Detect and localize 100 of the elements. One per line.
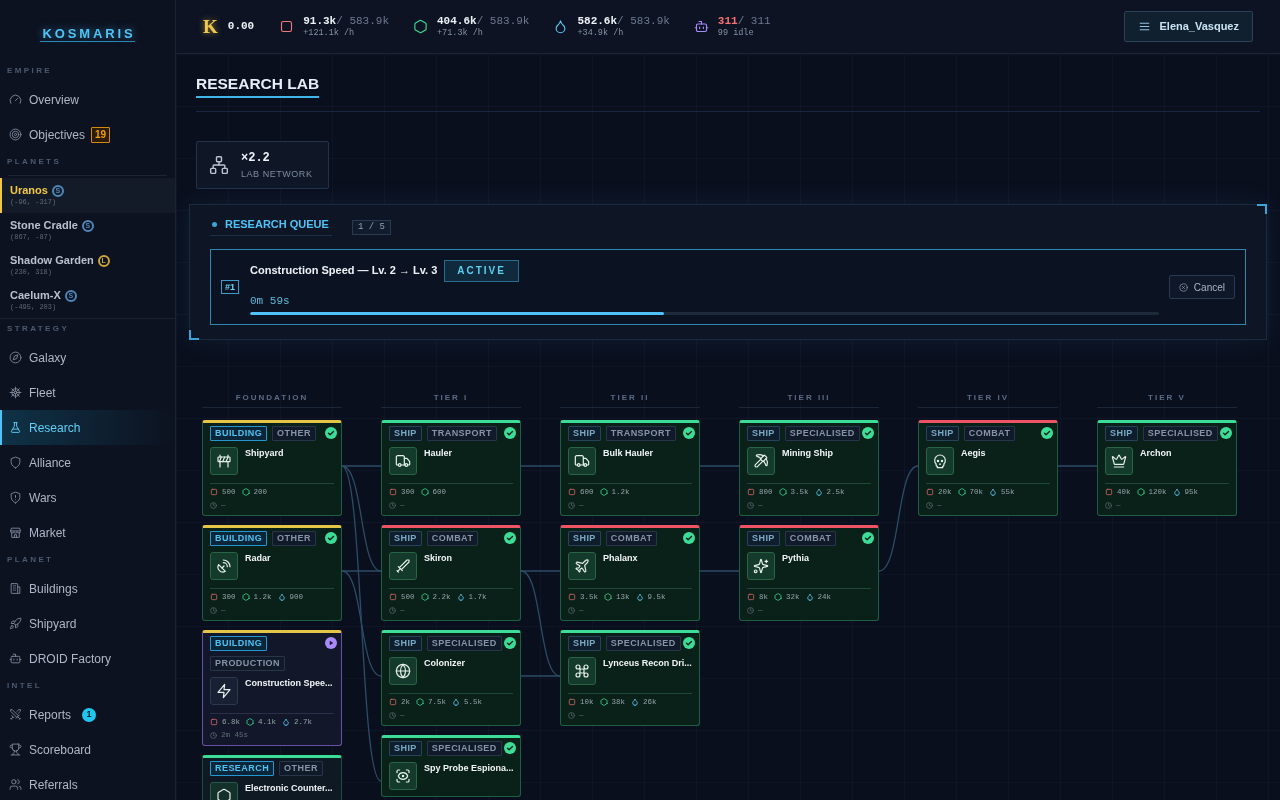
tech-name: Electronic Counter... <box>245 783 333 794</box>
cancel-button[interactable]: Cancel <box>1168 275 1235 299</box>
nav-item[interactable]: Market <box>0 515 175 550</box>
satellite-dish-icon <box>210 552 238 580</box>
nav-item[interactable]: Overview <box>0 82 175 117</box>
shield-alert-icon <box>9 491 22 504</box>
square-icon <box>568 593 576 601</box>
connector-line <box>520 465 561 467</box>
tier-heading: TIER III <box>739 393 879 408</box>
tech-name: Pythia <box>782 553 809 564</box>
tech-card[interactable]: RESEARCH OTHER Electronic Counter... <box>202 755 342 800</box>
category-tag: SHIP <box>747 531 780 546</box>
hexagon-icon <box>416 698 424 706</box>
tech-name: Hauler <box>424 448 452 459</box>
type-tag: PRODUCTION <box>210 656 285 671</box>
type-tag: SPECIALISED <box>1142 426 1218 441</box>
connector-line <box>699 465 740 467</box>
hexagon-icon <box>246 718 254 726</box>
category-tag: SHIP <box>747 426 780 441</box>
queue-count: 1 / 5 <box>351 219 391 235</box>
tech-name: Radar <box>245 553 271 564</box>
corner-bracket-icon <box>1257 204 1267 214</box>
resource-amount: 404.6k <box>437 14 477 28</box>
currency-symbol: K <box>203 17 218 36</box>
robot-icon <box>693 19 709 34</box>
type-tag: OTHER <box>279 761 323 776</box>
lightning-icon <box>210 677 238 705</box>
type-tag: COMBAT <box>963 426 1016 441</box>
drop-icon <box>805 593 814 601</box>
clock-icon <box>389 711 396 719</box>
status-badge: ACTIVE <box>444 259 519 282</box>
square-icon <box>926 488 934 496</box>
clock-icon <box>1105 501 1112 509</box>
truck-icon <box>389 447 417 475</box>
hexagon-icon <box>604 593 612 601</box>
queue-item-title: Construction Speed — Lv. 2 → Lv. 3 <box>250 263 438 279</box>
queue-title: RESEARCH QUEUE <box>225 218 329 231</box>
nav-item[interactable]: Scoreboard <box>0 732 175 767</box>
type-tag: SPECIALISED <box>605 636 681 651</box>
tier-heading: TIER IV <box>918 393 1058 408</box>
connector-line <box>1057 465 1098 467</box>
drop-icon <box>452 698 461 706</box>
nav-item[interactable]: Buildings <box>0 571 175 606</box>
queue-position: #1 <box>221 280 239 294</box>
rocket-icon <box>9 617 22 630</box>
robot-icon <box>9 652 22 665</box>
nav-item[interactable]: Reports 1 <box>0 697 175 732</box>
sword-icon <box>389 552 417 580</box>
square-icon <box>747 593 755 601</box>
nav-item[interactable]: Referrals <box>0 767 175 800</box>
square-icon <box>568 698 576 706</box>
nav-item[interactable]: Galaxy <box>0 340 175 375</box>
square-icon <box>210 593 218 601</box>
tech-name: Phalanx <box>603 553 638 564</box>
gauge-icon <box>9 93 22 106</box>
tech-name: Mining Ship <box>782 448 833 459</box>
nav-item[interactable]: Objectives 19 <box>0 117 175 152</box>
nav-item[interactable]: Shipyard <box>0 606 175 641</box>
hexagon-icon <box>413 19 428 34</box>
network-icon <box>209 155 229 175</box>
resource-capacity: / 583.9k <box>476 14 530 28</box>
nav-item[interactable]: Wars <box>0 480 175 515</box>
type-tag: TRANSPORT <box>605 426 676 441</box>
category-tag: SHIP <box>568 531 601 546</box>
drop-icon <box>814 488 823 496</box>
drop-icon <box>456 593 465 601</box>
type-tag: OTHER <box>272 531 316 546</box>
hexagon-icon <box>241 488 250 496</box>
section-label: STRATEGY <box>6 323 71 335</box>
crossed-swords-icon <box>9 708 22 721</box>
flask-icon <box>9 421 22 434</box>
shield-icon <box>9 456 22 469</box>
resource-rate: +121.1k /h <box>303 28 356 39</box>
resource-amount: 311 <box>717 14 738 28</box>
type-tag: OTHER <box>272 426 316 441</box>
category-tag: SHIP <box>389 426 422 441</box>
hexagon-icon <box>778 488 787 496</box>
tier-heading: TIER V <box>1097 393 1237 408</box>
square-icon <box>389 593 397 601</box>
resource-capacity: / 311 <box>737 14 771 28</box>
clock-icon <box>389 501 396 509</box>
drop-icon <box>989 488 998 496</box>
tech-name: Colonizer <box>424 658 465 669</box>
truck-icon <box>568 447 596 475</box>
category-tag: BUILDING <box>210 426 268 441</box>
tech-card[interactable]: SHIP SPECIALISED Spy Probe Espiona... <box>381 735 521 797</box>
section-label: PLANET <box>6 554 55 566</box>
nav-item[interactable]: Alliance <box>0 445 175 480</box>
resource-rate: 99 idle <box>717 28 755 39</box>
square-icon <box>1105 488 1113 496</box>
nav-item[interactable]: DROID Factory <box>0 641 175 676</box>
section-label: INTEL <box>6 680 44 692</box>
building-icon <box>9 582 22 595</box>
connector-line <box>699 570 740 572</box>
category-tag: BUILDING <box>210 531 268 546</box>
hexagon-icon <box>957 488 966 496</box>
category-tag: SHIP <box>926 426 959 441</box>
user-menu-button[interactable]: Elena_Vasquez <box>1123 11 1253 42</box>
nav-item[interactable]: Fleet <box>0 375 175 410</box>
resource-rate: +71.3k /h <box>437 28 484 39</box>
